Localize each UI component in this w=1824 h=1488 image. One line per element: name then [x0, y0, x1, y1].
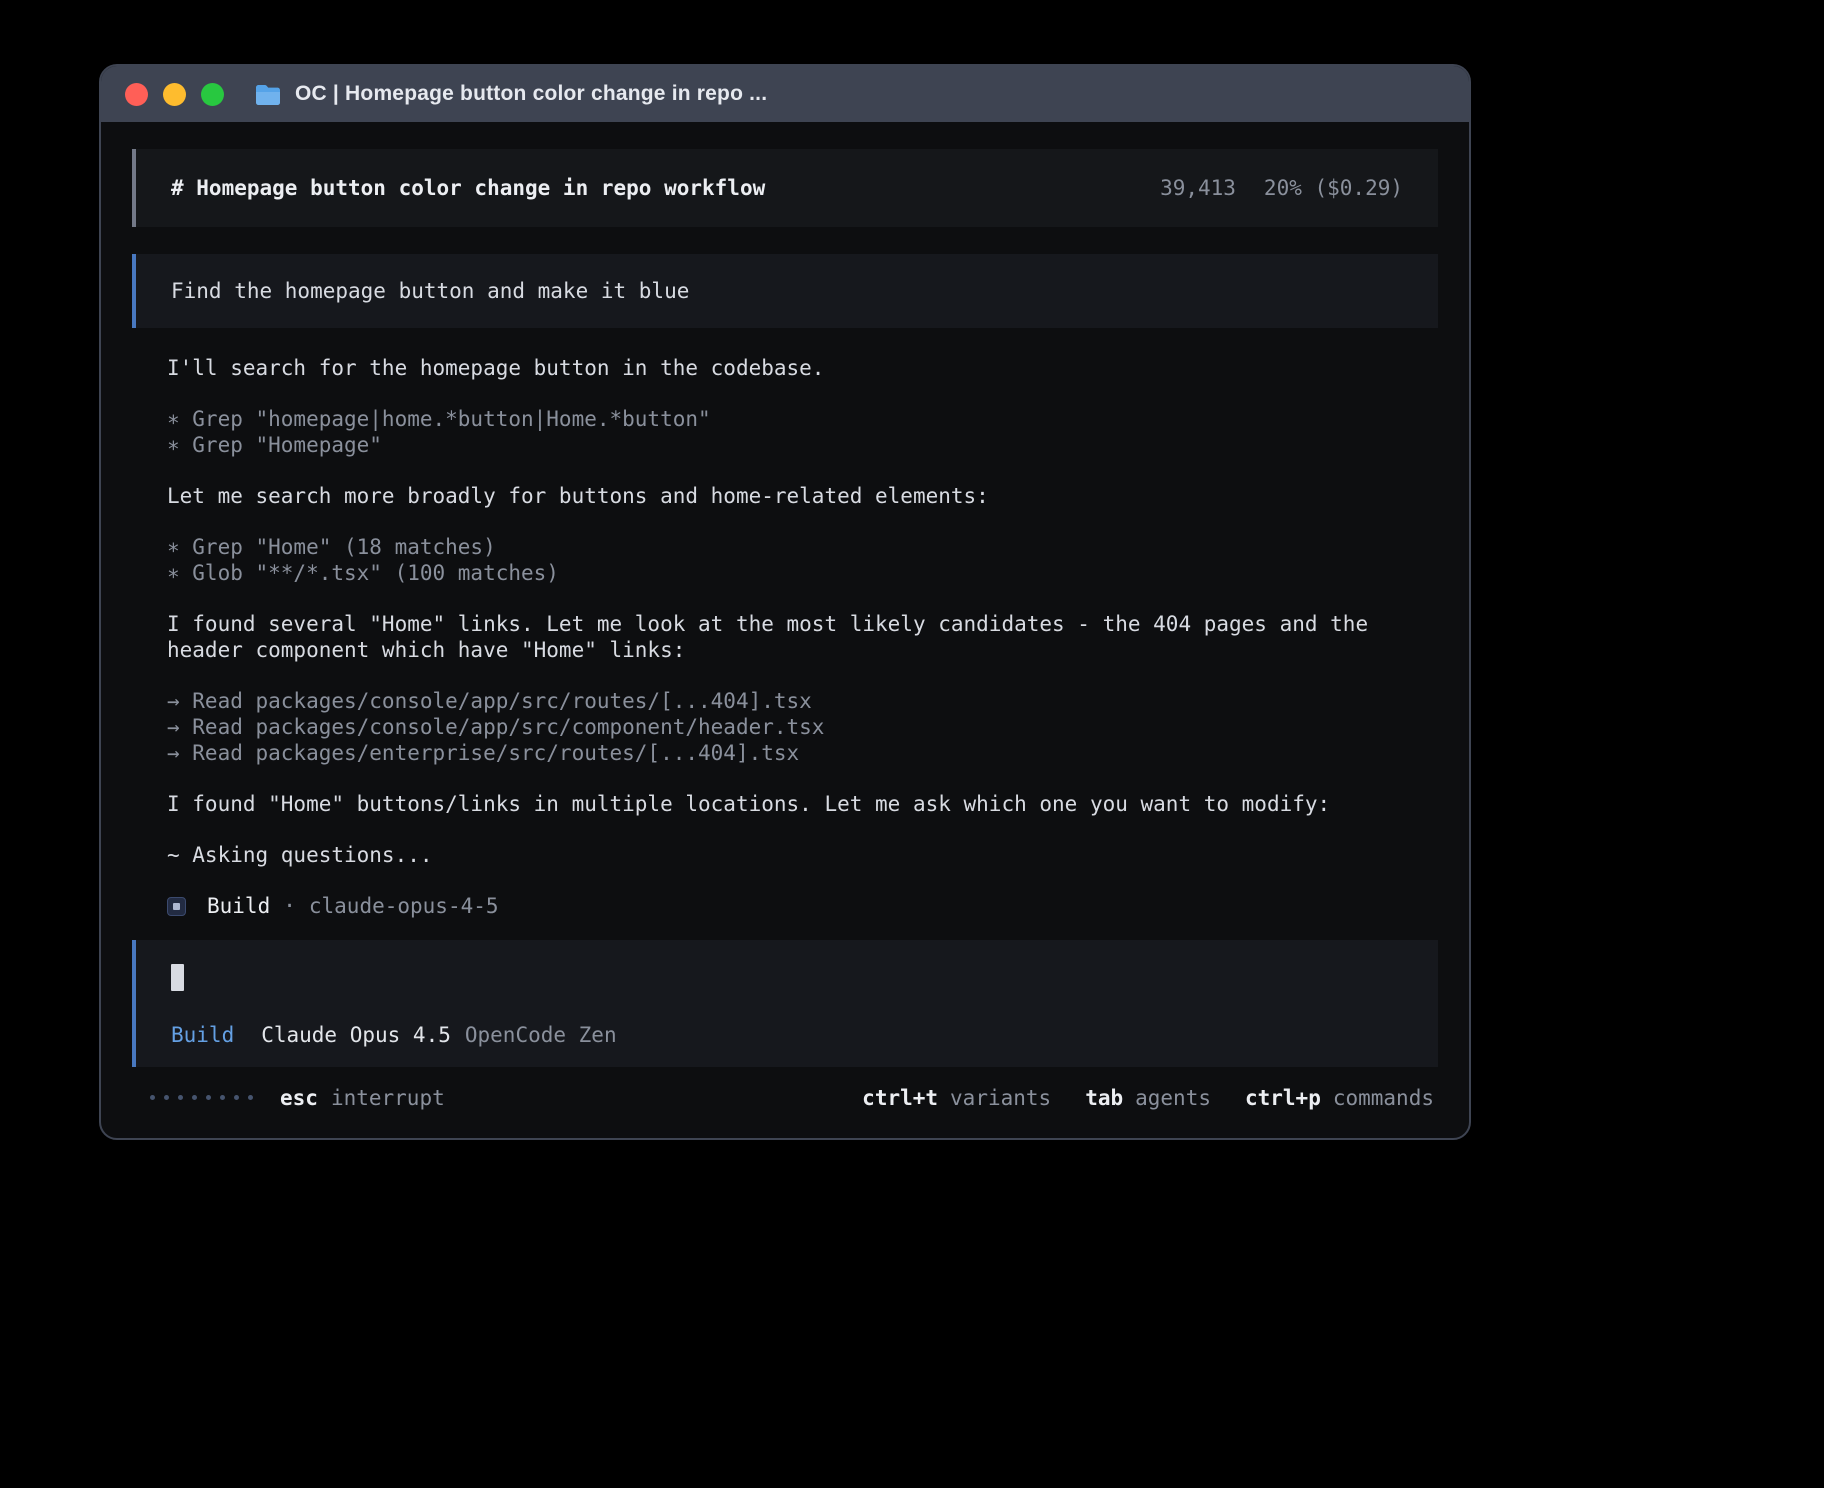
interrupt-label: interrupt [331, 1086, 445, 1110]
separator-dot: · [283, 893, 296, 919]
traffic-lights [125, 83, 224, 106]
tool-call-group: ∗ Grep "Home" (18 matches) ∗ Glob "**/*.… [167, 534, 1403, 586]
zoom-button[interactable] [201, 83, 224, 106]
user-message: Find the homepage button and make it blu… [132, 254, 1438, 328]
tool-call-read: → Read packages/console/app/src/componen… [167, 714, 1403, 740]
tool-call-group: ∗ Grep "homepage|home.*button|Home.*butt… [167, 406, 1403, 458]
shortcut-commands: ctrl+p commands [1245, 1086, 1434, 1110]
assistant-message: Let me search more broadly for buttons a… [167, 483, 1403, 509]
close-button[interactable] [125, 83, 148, 106]
context-usage: 20% ($0.29) [1264, 176, 1403, 200]
folder-icon [254, 83, 282, 106]
tool-call-group: → Read packages/console/app/src/routes/[… [167, 688, 1403, 766]
session-meta: 39,413 20% ($0.29) [1160, 176, 1403, 200]
tool-call-read: → Read packages/enterprise/src/routes/[.… [167, 740, 1403, 766]
tab-key-hint: tab [1085, 1086, 1123, 1110]
assistant-text: I'll search for the homepage button in t… [167, 355, 1403, 381]
agent-status-row: Build · claude-opus-4-5 [167, 893, 1403, 919]
session-header: # Homepage button color change in repo w… [132, 149, 1438, 227]
session-title: # Homepage button color change in repo w… [171, 176, 765, 200]
tool-call-grep: ∗ Grep "Home" (18 matches) [167, 534, 1403, 560]
assistant-text: I found "Home" buttons/links in multiple… [167, 791, 1403, 817]
assistant-message: I found "Home" buttons/links in multiple… [167, 791, 1403, 817]
terminal-body: # Homepage button color change in repo w… [101, 122, 1469, 1138]
shortcut-variants: ctrl+t variants [862, 1086, 1051, 1110]
tool-call-read: → Read packages/console/app/src/routes/[… [167, 688, 1403, 714]
tool-call-grep: ∗ Grep "Homepage" [167, 432, 1403, 458]
window-title: OC | Homepage button color change in rep… [295, 82, 767, 106]
esc-key-hint: esc [280, 1086, 318, 1110]
user-message-text: Find the homepage button and make it blu… [171, 279, 689, 303]
input-model: Claude Opus 4.5 [261, 1023, 451, 1047]
assistant-text: I found several "Home" links. Let me loo… [167, 611, 1403, 663]
minimize-button[interactable] [163, 83, 186, 106]
assistant-text: Let me search more broadly for buttons a… [167, 483, 1403, 509]
agent-icon [167, 897, 186, 916]
tool-call-glob: ∗ Glob "**/*.tsx" (100 matches) [167, 560, 1403, 586]
terminal-window: OC | Homepage button color change in rep… [99, 64, 1471, 1140]
commands-label: commands [1333, 1086, 1434, 1110]
status-left: esc interrupt [150, 1086, 445, 1110]
input-mode: Build [171, 1023, 234, 1047]
input-provider: OpenCode Zen [465, 1023, 617, 1047]
ctrl-p-key-hint: ctrl+p [1245, 1086, 1321, 1110]
input-meta: Build Claude Opus 4.5 OpenCode Zen [171, 1023, 1403, 1047]
titlebar[interactable]: OC | Homepage button color change in rep… [101, 66, 1469, 122]
assistant-status: ~ Asking questions... [167, 842, 1403, 868]
ctrl-t-key-hint: ctrl+t [862, 1086, 938, 1110]
agent-dot-icon [173, 903, 180, 910]
status-bar: esc interrupt ctrl+t variants tab agents… [132, 1084, 1438, 1111]
assistant-message: I found several "Home" links. Let me loo… [167, 611, 1403, 663]
variants-label: variants [950, 1086, 1051, 1110]
tool-call-grep: ∗ Grep "homepage|home.*button|Home.*butt… [167, 406, 1403, 432]
conversation: I'll search for the homepage button in t… [132, 355, 1438, 919]
shortcut-agents: tab agents [1085, 1086, 1211, 1110]
agents-label: agents [1135, 1086, 1211, 1110]
token-count: 39,413 [1160, 176, 1236, 200]
status-right: ctrl+t variants tab agents ctrl+p comman… [862, 1086, 1434, 1110]
desktop-background: { "colors": { "accent_blue": "#64a0e4", … [0, 0, 1824, 1488]
asking-questions-status: ~ Asking questions... [167, 842, 1403, 868]
prompt-input[interactable]: Build Claude Opus 4.5 OpenCode Zen [132, 940, 1438, 1067]
agent-name: Build [207, 893, 270, 919]
text-cursor [171, 964, 184, 991]
agent-model: claude-opus-4-5 [309, 893, 499, 919]
assistant-message: I'll search for the homepage button in t… [167, 355, 1403, 381]
progress-dots [150, 1095, 253, 1100]
